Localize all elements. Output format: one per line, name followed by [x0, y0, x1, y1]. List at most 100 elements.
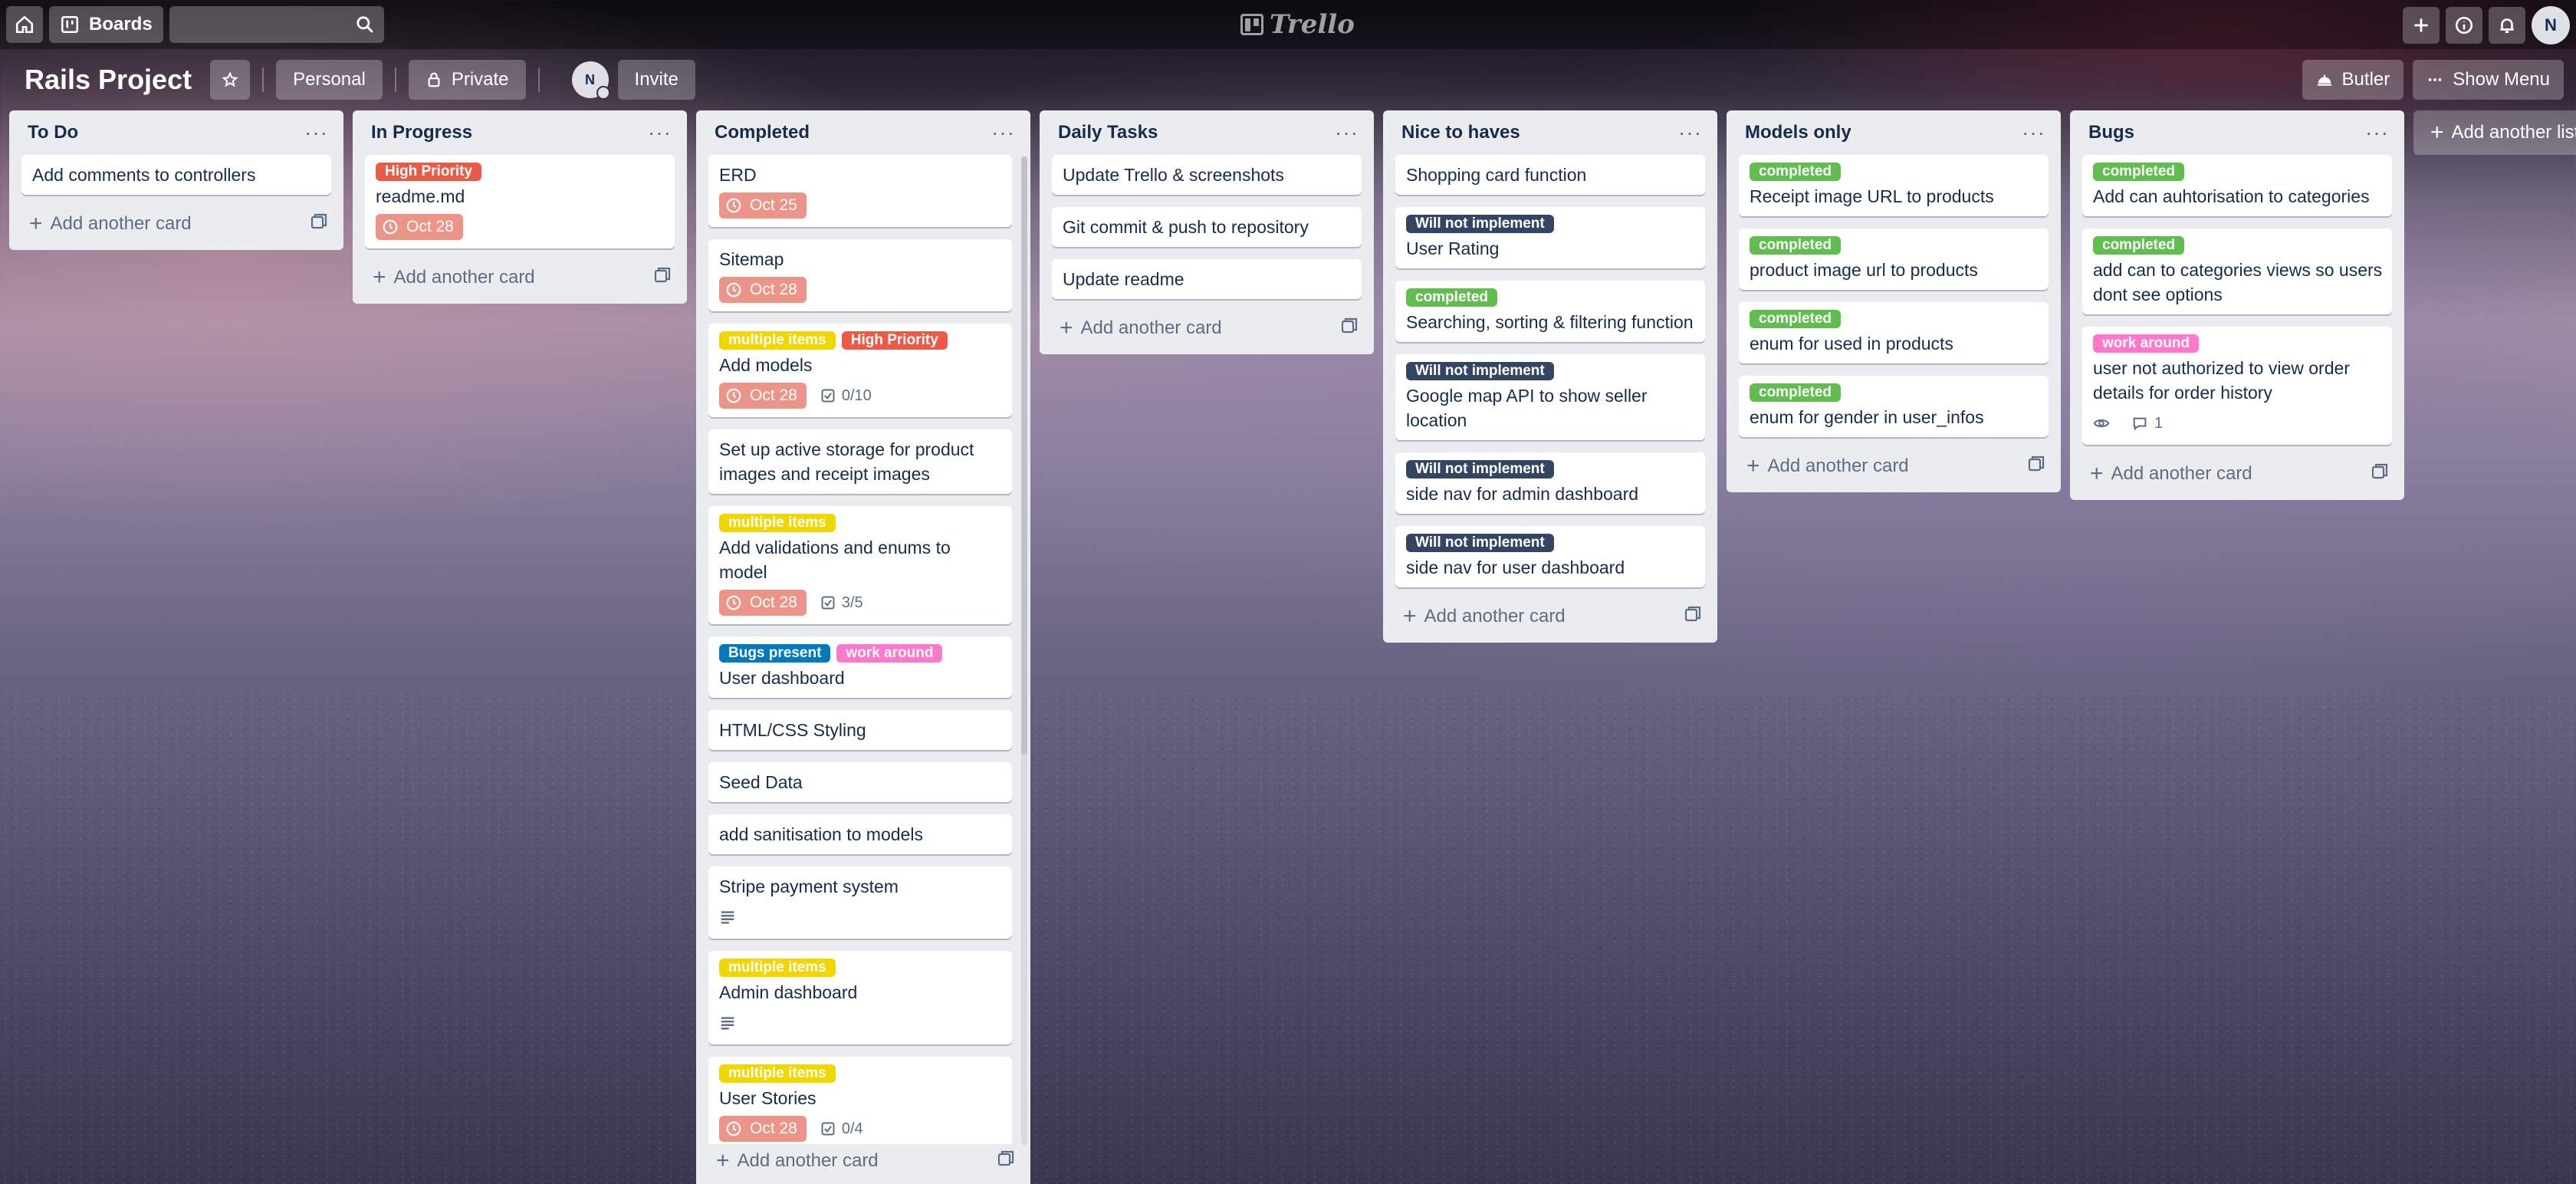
list-title[interactable]: In Progress — [371, 122, 472, 143]
card-label[interactable]: work around — [836, 644, 943, 663]
card[interactable]: multiple items High Priority Add models Oct… — [708, 324, 1012, 417]
add-card-composer[interactable]: + Add another card — [716, 1149, 879, 1172]
card[interactable]: Git commit & push to repository — [1052, 207, 1362, 247]
card[interactable]: Add comments to controllers — [21, 155, 331, 195]
board-title[interactable]: Rails Project — [25, 64, 192, 96]
due-date-badge[interactable]: Oct 28 — [719, 1116, 807, 1142]
card[interactable]: Seed Data — [708, 762, 1012, 802]
list-menu-icon[interactable]: ··· — [2022, 122, 2045, 143]
trello-logo[interactable]: Trello — [1240, 9, 1355, 40]
card-label[interactable]: High Priority — [841, 331, 948, 350]
due-date-badge[interactable]: Oct 25 — [719, 192, 807, 219]
card[interactable]: completed enum for gender in user_infos — [1739, 376, 2049, 437]
list-menu-icon[interactable]: ··· — [1335, 122, 1359, 143]
team-button[interactable]: Personal — [276, 60, 383, 100]
add-list-button[interactable]: + Add another list — [2413, 110, 2576, 155]
card-label[interactable]: Will not implement — [1406, 460, 1554, 479]
list-menu-icon[interactable]: ··· — [304, 122, 328, 143]
card[interactable]: HTML/CSS Styling — [708, 710, 1012, 750]
card[interactable]: Sitemap Oct 28 — [708, 239, 1012, 311]
list-title[interactable]: Models only — [1745, 122, 1852, 143]
create-button[interactable] — [2403, 7, 2440, 44]
card[interactable]: work around user not authorized to view o… — [2082, 327, 2392, 445]
list-title[interactable]: Daily Tasks — [1058, 122, 1158, 143]
card[interactable]: completed enum for used in products — [1739, 302, 2049, 363]
card[interactable]: completed add can to categories views so … — [2082, 229, 2392, 314]
card-label[interactable]: completed — [1406, 288, 1498, 307]
add-card-composer[interactable]: + Add another card — [2090, 462, 2252, 485]
card[interactable]: Set up active storage for product images… — [708, 429, 1012, 494]
member-avatar[interactable]: N — [571, 61, 610, 100]
card[interactable]: completed Searching, sorting & filtering … — [1395, 281, 1705, 342]
card-label[interactable]: multiple items — [719, 331, 836, 350]
list-menu-icon[interactable]: ··· — [648, 122, 672, 143]
card-label[interactable]: completed — [1750, 310, 1842, 328]
card-template-icon[interactable] — [653, 266, 672, 290]
card-template-icon[interactable] — [310, 212, 328, 236]
add-card-button[interactable]: + Add another card — [1739, 449, 2049, 483]
card[interactable]: Update readme — [1052, 259, 1362, 299]
add-card-composer[interactable]: + Add another card — [29, 212, 192, 235]
search-input[interactable] — [169, 6, 384, 43]
card-label[interactable]: completed — [2093, 236, 2185, 255]
card[interactable]: Shopping card function — [1395, 155, 1705, 195]
card-label[interactable]: Will not implement — [1406, 534, 1554, 552]
card[interactable]: Update Trello & screenshots — [1052, 155, 1362, 195]
list-title[interactable]: Nice to haves — [1401, 122, 1520, 143]
card[interactable]: Will not implement User Rating — [1395, 207, 1705, 268]
card[interactable]: High Priority readme.md Oct 28 — [365, 155, 675, 248]
add-card-composer[interactable]: + Add another card — [373, 266, 535, 289]
card-label[interactable]: completed — [1750, 383, 1842, 402]
list-scrollbar[interactable] — [1021, 156, 1027, 1146]
card-label[interactable]: Will not implement — [1406, 362, 1554, 380]
card[interactable]: completed product image url to products — [1739, 229, 2049, 290]
list-title[interactable]: To Do — [28, 122, 78, 143]
visibility-button[interactable]: Private — [408, 60, 526, 100]
home-button[interactable] — [6, 6, 43, 43]
card-label[interactable]: work around — [2093, 334, 2200, 353]
add-card-composer[interactable]: + Add another card — [1060, 317, 1222, 340]
add-card-button[interactable]: + Add another card — [365, 261, 675, 294]
invite-button[interactable]: Invite — [617, 60, 695, 100]
star-button[interactable] — [210, 60, 251, 100]
butler-button[interactable]: Butler — [2302, 60, 2404, 100]
due-date-badge[interactable]: Oct 28 — [719, 590, 807, 616]
card-label[interactable]: completed — [1750, 163, 1842, 181]
add-card-button[interactable]: + Add another card — [2082, 457, 2392, 491]
card[interactable]: Will not implement side nav for user dash… — [1395, 526, 1705, 587]
card[interactable]: multiple items User Stories Oct 28 0/4 — [708, 1057, 1012, 1144]
card-label[interactable]: multiple items — [719, 959, 836, 977]
add-card-button[interactable]: + Add another card — [708, 1144, 1018, 1178]
card[interactable]: multiple items Admin dashboard — [708, 951, 1012, 1044]
card[interactable]: Will not implement side nav for admin das… — [1395, 452, 1705, 514]
card-label[interactable]: multiple items — [719, 1064, 836, 1083]
add-card-composer[interactable]: + Add another card — [1746, 455, 1909, 478]
card[interactable]: completed Add can auhtorisation to catego… — [2082, 155, 2392, 216]
card-label[interactable]: completed — [1750, 236, 1842, 255]
list-menu-icon[interactable]: ··· — [1678, 122, 1702, 143]
list-title[interactable]: Completed — [715, 122, 810, 143]
card-label[interactable]: High Priority — [376, 163, 482, 181]
card-label[interactable]: Will not implement — [1406, 215, 1554, 233]
add-card-button[interactable]: + Add another card — [1052, 311, 1362, 345]
info-button[interactable] — [2446, 7, 2482, 44]
user-avatar[interactable]: N — [2532, 6, 2570, 44]
card[interactable]: multiple items Add validations and enums … — [708, 506, 1012, 624]
boards-button[interactable]: Boards — [49, 6, 163, 43]
card-template-icon[interactable] — [1340, 317, 1359, 340]
card[interactable]: Stripe payment system — [708, 867, 1012, 939]
card-label[interactable]: Bugs present — [719, 644, 831, 663]
card-template-icon[interactable] — [2371, 462, 2389, 486]
card-label[interactable]: multiple items — [719, 514, 836, 532]
add-card-button[interactable]: + Add another card — [21, 207, 331, 241]
card-template-icon[interactable] — [997, 1149, 1015, 1173]
card[interactable]: Bugs present work around User dashboard — [708, 636, 1012, 698]
due-date-badge[interactable]: Oct 28 — [719, 383, 807, 409]
card[interactable]: Will not implement Google map API to show… — [1395, 354, 1705, 440]
card-template-icon[interactable] — [2027, 455, 2045, 479]
add-card-composer[interactable]: + Add another card — [1403, 605, 1566, 628]
due-date-badge[interactable]: Oct 28 — [719, 277, 807, 303]
list-menu-icon[interactable]: ··· — [991, 122, 1015, 143]
scrollbar-thumb[interactable] — [1021, 156, 1027, 755]
card[interactable]: completed Receipt image URL to products — [1739, 155, 2049, 216]
